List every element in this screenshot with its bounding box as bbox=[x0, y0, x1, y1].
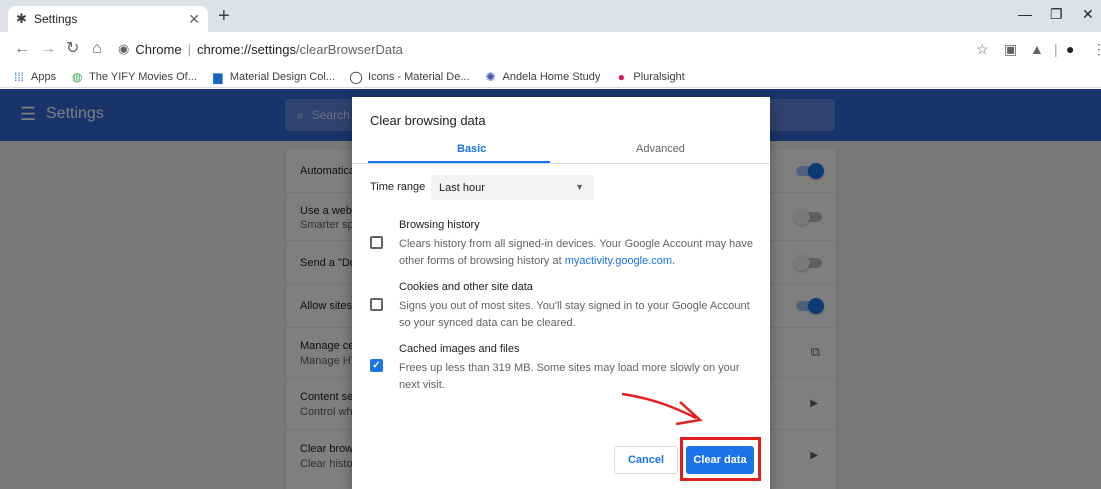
restore-icon[interactable]: ❐ bbox=[1050, 4, 1063, 24]
drive-icon[interactable]: ▲ bbox=[1030, 40, 1044, 58]
bookmark-label: Apps bbox=[31, 70, 57, 83]
forward-icon[interactable]: → bbox=[40, 39, 56, 59]
chrome-chip: Chrome bbox=[135, 41, 182, 57]
browsing-history-checkbox[interactable] bbox=[370, 236, 383, 249]
chrome-icon: ◉ bbox=[118, 41, 130, 56]
cached-images-checkbox[interactable]: ✓ bbox=[370, 359, 383, 372]
github-icon: ◯ bbox=[349, 69, 363, 84]
bookmark-icons-material[interactable]: ◯ Icons - Material De... bbox=[349, 70, 469, 84]
url-separator: | bbox=[187, 41, 191, 57]
time-range-label: Time range bbox=[370, 181, 426, 193]
bookmark-label: Andela Home Study bbox=[502, 70, 601, 83]
time-range-select[interactable]: Last hour ▼ bbox=[431, 175, 594, 200]
option-description: Clears history from all signed-in device… bbox=[399, 238, 754, 267]
address-bar[interactable]: ◉ Chrome | chrome://settings /clearBrows… bbox=[118, 37, 998, 61]
bookmark-pluralsight[interactable]: ● Pluralsight bbox=[614, 69, 685, 84]
profile-avatar-icon[interactable]: ● bbox=[1066, 40, 1074, 58]
andela-icon: ✺ bbox=[485, 69, 496, 84]
back-icon[interactable]: ← bbox=[14, 39, 30, 59]
toolbar-divider: | bbox=[1054, 41, 1058, 57]
option-description: Signs you out of most sites. You'll stay… bbox=[399, 300, 750, 329]
browser-toolbar: ← → ↻ ⌂ ◉ Chrome | chrome://settings /cl… bbox=[0, 32, 1101, 66]
bookmark-andela[interactable]: ✺ Andela Home Study bbox=[484, 70, 601, 84]
close-window-icon[interactable]: ✕ bbox=[1082, 4, 1094, 24]
bookmarks-bar: ⁞⁞⁞ Apps ◍ The YIFY Movies Of... ▆ Mater… bbox=[0, 66, 1101, 88]
tab-title: Settings bbox=[34, 12, 78, 26]
cookies-checkbox[interactable] bbox=[370, 298, 383, 311]
dialog-title: Clear browsing data bbox=[370, 113, 486, 128]
tabs-divider bbox=[352, 163, 770, 164]
clear-data-highlight bbox=[680, 437, 761, 481]
cancel-button[interactable]: Cancel bbox=[614, 446, 678, 474]
option-title: Cookies and other site data bbox=[399, 281, 533, 293]
home-icon[interactable]: ⌂ bbox=[92, 39, 102, 59]
annotation-arrow bbox=[621, 392, 703, 426]
gear-icon: ✱ bbox=[16, 11, 27, 26]
myactivity-link[interactable]: myactivity.google.com bbox=[565, 255, 672, 267]
url-host: chrome://settings bbox=[196, 41, 296, 57]
pluralsight-icon: ● bbox=[617, 69, 625, 84]
option-title: Browsing history bbox=[399, 219, 480, 231]
browser-tab[interactable]: ✱ Settings ✕ bbox=[8, 6, 208, 32]
dropdown-arrow-icon: ▼ bbox=[575, 182, 584, 192]
tab-strip: ✱ Settings ✕ + — ❐ ✕ bbox=[0, 0, 1101, 32]
bookmark-label: Pluralsight bbox=[633, 70, 685, 83]
bookmark-material-design[interactable]: ▆ Material Design Col... bbox=[211, 70, 335, 84]
apps-grid-icon: ⁞⁞⁞ bbox=[13, 69, 24, 84]
tab-basic[interactable]: Basic bbox=[457, 143, 486, 155]
new-tab-icon[interactable]: + bbox=[218, 5, 230, 27]
url-path: /clearBrowserData bbox=[295, 41, 403, 57]
option-title: Cached images and files bbox=[399, 343, 520, 355]
bookmark-yify[interactable]: ◍ The YIFY Movies Of... bbox=[70, 70, 197, 84]
minimize-icon[interactable]: — bbox=[1018, 4, 1032, 24]
extension-icon[interactable]: ▣ bbox=[1004, 40, 1017, 58]
bookmark-label: Material Design Col... bbox=[229, 70, 336, 83]
bookmark-apps[interactable]: ⁞⁞⁞ Apps bbox=[12, 70, 56, 84]
bookmark-label: Icons - Material De... bbox=[368, 70, 470, 83]
bookmark-star-icon[interactable]: ☆ bbox=[976, 40, 989, 58]
menu-kebab-icon[interactable]: ⋮ bbox=[1092, 40, 1101, 58]
tab-advanced[interactable]: Advanced bbox=[636, 143, 685, 155]
material-design-icon: ▆ bbox=[213, 69, 223, 84]
yify-icon: ◍ bbox=[71, 69, 83, 84]
close-tab-icon[interactable]: ✕ bbox=[188, 11, 200, 28]
bookmark-label: The YIFY Movies Of... bbox=[89, 70, 197, 83]
reload-icon[interactable]: ↻ bbox=[66, 39, 79, 59]
time-range-value: Last hour bbox=[439, 181, 485, 194]
